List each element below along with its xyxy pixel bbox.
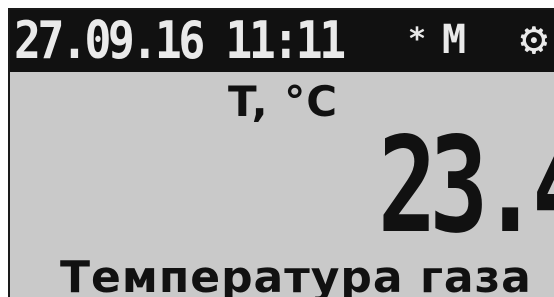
datetime-readout: 27.09.16 11:11	[14, 11, 346, 71]
mode-indicator: M	[442, 17, 467, 63]
unit-label: T, °C	[228, 77, 339, 126]
parameter-name: Температура газа	[60, 252, 532, 297]
temperature-value: 23.42	[378, 109, 554, 263]
lcd-display: 27.09.16 11:11 * M ⚙ T, °C 23.42 Темпера…	[8, 8, 554, 297]
star-indicator: *	[408, 22, 427, 57]
status-bar: 27.09.16 11:11 * M ⚙	[10, 10, 554, 72]
gear-icon: ⚙	[520, 11, 548, 65]
